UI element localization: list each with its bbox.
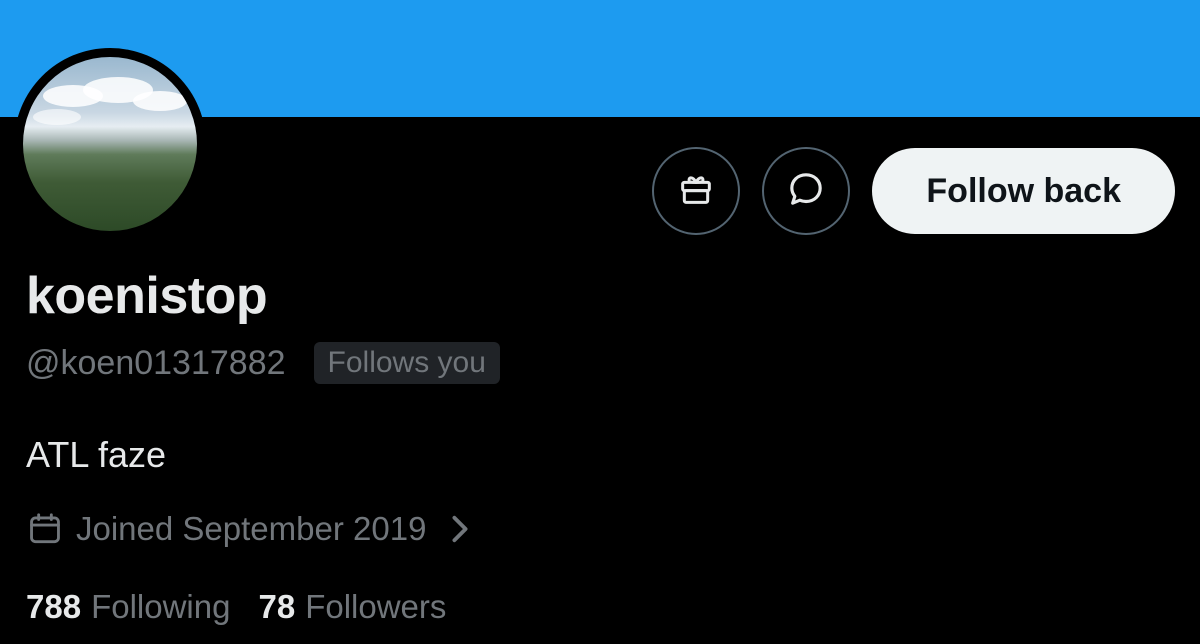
gift-button[interactable] — [652, 147, 741, 235]
username-handle: @koen01317882 — [26, 343, 286, 382]
profile-bio: ATL faze — [26, 434, 167, 475]
following-label: Following — [91, 588, 231, 625]
followers-stat[interactable]: 78 Followers — [258, 588, 446, 626]
follow-back-button[interactable]: Follow back — [872, 148, 1175, 234]
follows-you-badge: Follows you — [313, 342, 500, 384]
joined-date: Joined September 2019 — [76, 510, 427, 547]
message-icon — [786, 169, 826, 214]
handle-row: @koen01317882 Follows you — [26, 342, 500, 384]
follow-stats: 788 Following 78 Followers — [26, 588, 446, 626]
avatar[interactable] — [14, 48, 206, 240]
profile-actions: Follow back — [652, 147, 1175, 235]
chevron-right-icon — [448, 514, 472, 544]
calendar-icon — [26, 510, 64, 548]
joined-date-row[interactable]: Joined September 2019 — [26, 510, 472, 548]
gift-icon — [676, 169, 716, 214]
following-count: 788 — [26, 588, 82, 625]
avatar-image — [23, 57, 197, 231]
followers-count: 78 — [258, 588, 296, 625]
display-name: koenistop — [26, 267, 268, 325]
following-stat[interactable]: 788 Following — [26, 588, 230, 626]
message-button[interactable] — [762, 147, 851, 235]
followers-label: Followers — [305, 588, 447, 625]
